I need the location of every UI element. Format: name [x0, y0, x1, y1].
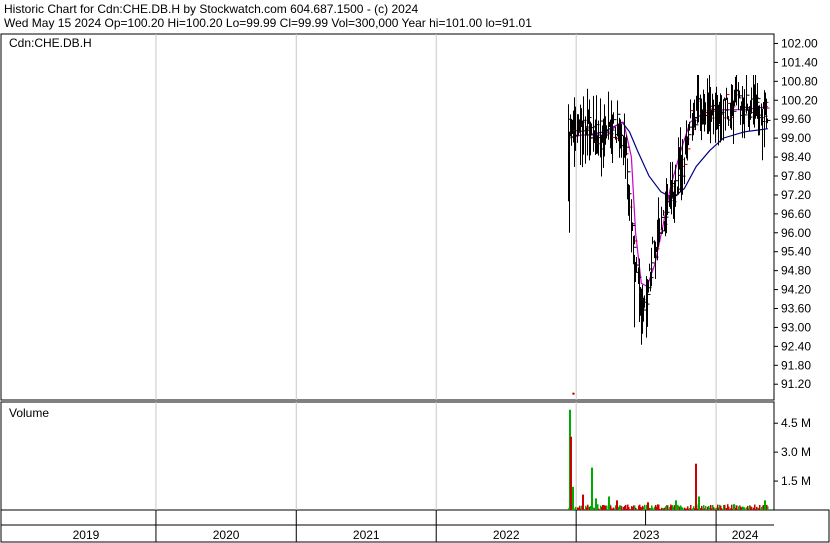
volume-bar — [616, 500, 618, 510]
volume-bar — [695, 463, 697, 510]
volume-bar — [629, 508, 631, 510]
volume-bar — [652, 507, 654, 510]
price-tick-label: 91.80 — [781, 358, 811, 372]
price-tick-label: 96.00 — [781, 226, 811, 240]
volume-tick-label: 4.5 M — [781, 416, 811, 430]
volume-bar — [705, 506, 707, 510]
year-label: 2019 — [73, 528, 100, 542]
symbol-label: Cdn:CHE.DB.H — [9, 36, 92, 50]
price-tick-label: 102.00 — [781, 36, 818, 50]
volume-tick-label: 3.0 M — [781, 445, 811, 459]
price-axis-ticks: 102.00 101.40 100.80 100.20 99.60 99.00 98.40 9… — [774, 36, 818, 391]
volume-panel — [0, 401, 775, 511]
volume-bar — [744, 507, 746, 510]
volume-bar — [751, 507, 753, 510]
x-axis-strip — [0, 509, 830, 543]
volume-bar — [721, 508, 723, 510]
year-label: 2023 — [633, 528, 660, 542]
price-tick-label: 100.80 — [781, 74, 818, 88]
price-tick-label: 96.60 — [781, 207, 811, 221]
volume-bar — [572, 486, 574, 510]
price-tick-label: 93.00 — [781, 320, 811, 334]
volume-bar — [659, 508, 661, 510]
volume-axis-ticks: 4.5 M 3.0 M 1.5 M — [774, 416, 811, 488]
year-label: 2020 — [213, 528, 240, 542]
volume-bar — [698, 496, 700, 510]
price-tick-label: 93.60 — [781, 302, 811, 316]
price-tick-label: 91.20 — [781, 377, 811, 391]
price-tick-label: 101.40 — [781, 55, 818, 69]
volume-bar — [636, 508, 638, 510]
volume-bar — [591, 467, 593, 510]
price-tick-label: 94.80 — [781, 264, 811, 278]
price-tick-label: 92.40 — [781, 339, 811, 353]
volume-bar — [764, 500, 766, 510]
price-tick-label: 99.00 — [781, 131, 811, 145]
volume-bar — [647, 502, 649, 510]
price-tick-label: 98.40 — [781, 150, 811, 164]
price-tick-label: 100.20 — [781, 93, 818, 107]
volume-bar — [570, 436, 572, 510]
volume-tick-label: 1.5 M — [781, 474, 811, 488]
volume-bar — [682, 507, 684, 510]
volume-bar — [595, 498, 597, 510]
volume-title: Volume — [9, 406, 49, 420]
price-tick-label: 97.20 — [781, 188, 811, 202]
volume-bar — [690, 505, 692, 510]
volume-bar — [736, 505, 738, 510]
volume-bar — [621, 506, 623, 510]
stock-chart: 102.00 101.40 100.80 100.20 99.60 99.00 98.40 9… — [0, 33, 830, 543]
volume-bar — [767, 506, 769, 510]
volume-bar — [598, 508, 600, 510]
year-label: 2024 — [732, 528, 759, 542]
price-tick-label: 99.60 — [781, 112, 811, 126]
volume-bar — [606, 505, 608, 510]
volume-bar — [733, 504, 735, 510]
volume-bar — [644, 504, 646, 510]
volume-bar — [613, 507, 615, 510]
volume-bar — [582, 494, 584, 510]
volume-bar — [608, 496, 610, 510]
year-label: 2022 — [493, 528, 520, 542]
volume-bar — [728, 506, 730, 510]
volume-bar — [575, 506, 577, 510]
volume-bar — [713, 507, 715, 510]
volume-bar — [667, 505, 669, 510]
volume-bar — [675, 500, 677, 510]
outlier-point — [572, 392, 575, 395]
volume-bar — [759, 504, 761, 510]
year-label: 2021 — [353, 528, 380, 542]
price-tick-label: 97.80 — [781, 169, 811, 183]
price-tick-label: 95.40 — [781, 245, 811, 259]
price-tick-label: 94.20 — [781, 283, 811, 297]
